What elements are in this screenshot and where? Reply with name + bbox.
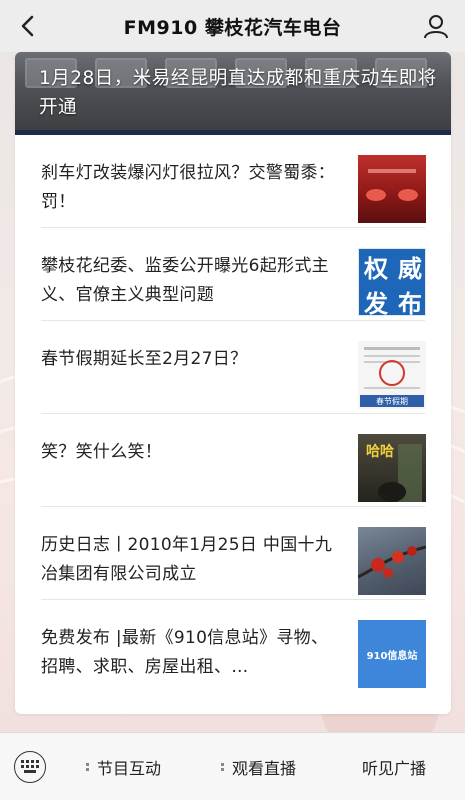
article-thumbnail (358, 155, 426, 223)
menu-watch-live[interactable]: 观看直播 (221, 755, 296, 779)
article-title: 攀枝花纪委、监委公开曝光6起形式主义、官僚主义典型问题 (41, 256, 329, 305)
profile-button[interactable] (417, 8, 455, 44)
authority-release-badge: 权 威 发 布 (359, 249, 425, 316)
keyboard-toggle-button[interactable] (14, 751, 46, 783)
article-title: 免费发布 |最新《910信息站》寻物、招聘、求职、房屋出租、… (41, 628, 329, 677)
badge-char: 布 (398, 290, 422, 316)
thumbnail-caption: 春节假期 (376, 396, 408, 406)
article-list: 刹车灯改装爆闪灯很拉风？交警蜀黍：罚！ 攀枝花纪委、监委公开曝光6起形式主义、官… (15, 135, 451, 693)
menu-label: 节目互动 (97, 759, 162, 778)
menu-label: 听见广播 (362, 759, 427, 778)
article-thumbnail: 910信息站 (358, 620, 426, 688)
thumbnail-caption: 哈哈 (366, 443, 394, 460)
menu-program-interaction[interactable]: 节目互动 (86, 755, 161, 779)
article-title: 笑？笑什么笑！ (41, 442, 163, 462)
list-item[interactable]: 攀枝花纪委、监委公开曝光6起形式主义、官僚主义典型问题 权 威 发 布 (15, 228, 451, 321)
article-title: 历史日志丨2010年1月25日 中国十九冶集团有限公司成立 (41, 535, 333, 584)
list-item[interactable]: 免费发布 |最新《910信息站》寻物、招聘、求职、房屋出租、… 910信息站 (15, 600, 451, 693)
hero-article[interactable]: 1月28日，米易经昆明直达成都和重庆动车即将开通 (15, 52, 451, 135)
menu-dots-icon (86, 761, 91, 773)
article-thumbnail: 春节假期 (358, 341, 426, 409)
app-header: FM910 攀枝花汽车电台 (0, 0, 465, 52)
list-item[interactable]: 春节假期延长至2月27日？ 春节假期 (15, 321, 451, 414)
badge-char: 发 (364, 290, 388, 316)
list-item[interactable]: 笑？笑什么笑！ 哈哈 (15, 414, 451, 507)
page-title: FM910 攀枝花汽车电台 (123, 16, 342, 39)
menu-listen-radio[interactable]: 听见广播 (362, 755, 426, 779)
menu-dots-icon (221, 761, 226, 773)
article-title: 春节假期延长至2月27日？ (41, 349, 248, 369)
back-button[interactable] (10, 8, 46, 44)
badge-char: 权 (364, 255, 388, 283)
article-card: 1月28日，米易经昆明直达成都和重庆动车即将开通 刹车灯改装爆闪灯很拉风？交警蜀… (15, 52, 451, 714)
thumbnail-caption: 910信息站 (366, 650, 418, 662)
person-icon (424, 15, 448, 39)
keyboard-icon (21, 760, 39, 773)
list-item[interactable]: 刹车灯改装爆闪灯很拉风？交警蜀黍：罚！ (15, 135, 451, 228)
article-thumbnail: 哈哈 (358, 434, 426, 502)
menu-label: 观看直播 (232, 759, 297, 778)
article-title: 刹车灯改装爆闪灯很拉风？交警蜀黍：罚！ (41, 163, 336, 212)
chevron-left-icon (21, 15, 34, 37)
bottom-menu-bar: 节目互动 观看直播 听见广播 (0, 732, 465, 800)
list-item[interactable]: 历史日志丨2010年1月25日 中国十九冶集团有限公司成立 (15, 507, 451, 600)
badge-char: 威 (398, 255, 422, 283)
article-thumbnail: 权 威 发 布 (358, 248, 426, 316)
hero-title: 1月28日，米易经昆明直达成都和重庆动车即将开通 (39, 68, 437, 118)
article-thumbnail (358, 527, 426, 595)
